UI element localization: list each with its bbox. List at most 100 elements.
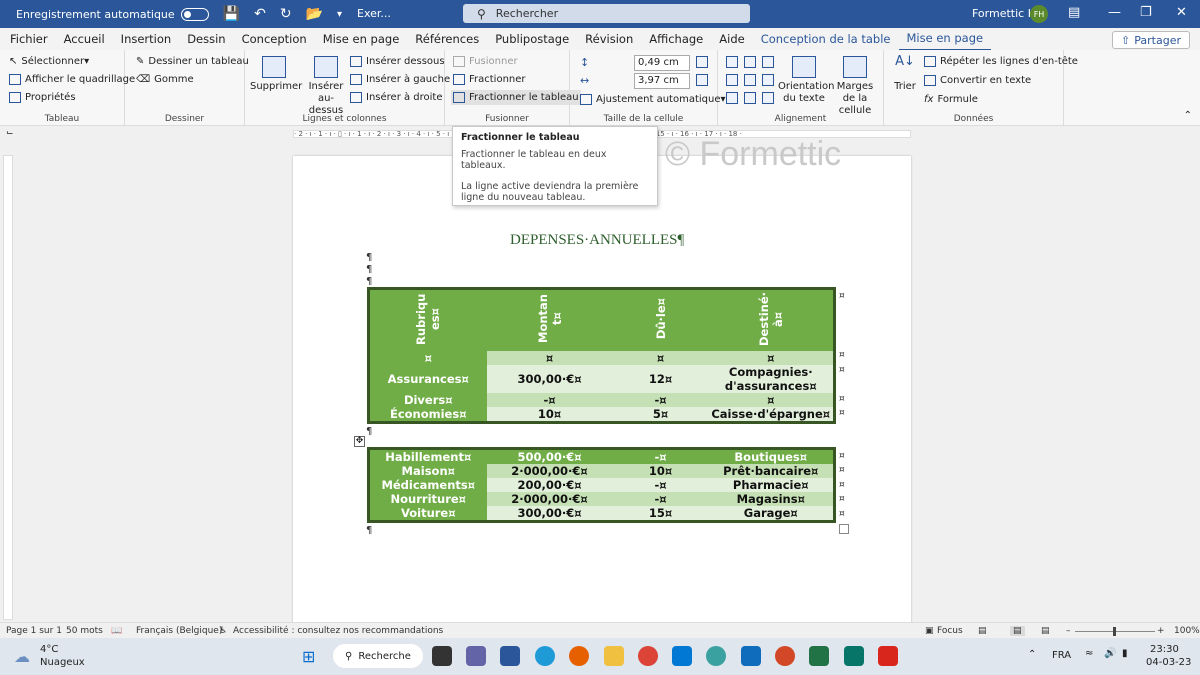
draw-table-button[interactable]: ✎ Dessiner un tableau bbox=[136, 56, 249, 67]
table-row[interactable]: Nourriture¤ 2·000,00·€¤ -¤ Magasins¤ bbox=[368, 492, 835, 506]
autosave-toggle[interactable] bbox=[180, 7, 209, 21]
table-cell[interactable]: 300,00·€¤ bbox=[486, 365, 613, 393]
zoom-out-icon[interactable]: – bbox=[1066, 626, 1071, 636]
ribbon-display-icon[interactable]: ▤ bbox=[1068, 5, 1080, 20]
table-cell[interactable]: Pharmacie¤ bbox=[708, 478, 835, 492]
properties-button[interactable]: Propriétés bbox=[9, 92, 76, 103]
zoom-level[interactable]: 100% bbox=[1174, 626, 1200, 636]
repeat-header-button[interactable]: Répéter les lignes d'en-tête bbox=[924, 56, 1078, 67]
wifi-icon[interactable]: ≈ bbox=[1085, 648, 1093, 659]
split-table-button[interactable]: Fractionner le tableau bbox=[451, 90, 581, 105]
table-header-row[interactable]: Rubriqu es¤ Montan t¤ Dû·le¤ Destiné· à¤ bbox=[368, 288, 835, 351]
table-row[interactable]: Divers¤ -¤ -¤ ¤ bbox=[368, 393, 835, 407]
restore-icon[interactable]: ❐ bbox=[1140, 5, 1152, 20]
powerpoint-icon[interactable] bbox=[775, 646, 795, 666]
taskbar-search[interactable]: ⚲ Recherche bbox=[333, 644, 423, 668]
task-view-icon[interactable] bbox=[432, 646, 452, 666]
align-top-center-icon[interactable] bbox=[744, 56, 756, 68]
word-icon[interactable] bbox=[500, 646, 520, 666]
split-cells-button[interactable]: Fractionner bbox=[453, 74, 526, 85]
vertical-ruler[interactable] bbox=[3, 155, 13, 620]
table-cell[interactable]: Habillement¤ bbox=[368, 448, 487, 464]
table-cell[interactable]: -¤ bbox=[612, 448, 709, 464]
distribute-rows-icon[interactable] bbox=[696, 56, 708, 68]
table-cell[interactable]: Divers¤ bbox=[368, 393, 487, 407]
firefox-icon[interactable] bbox=[569, 646, 589, 666]
table-cell[interactable]: 500,00·€¤ bbox=[486, 448, 613, 464]
table-cell[interactable]: Prêt·bancaire¤ bbox=[708, 464, 835, 478]
table-row[interactable]: ¤ ¤ ¤ ¤ bbox=[368, 351, 835, 365]
save-icon[interactable]: 💾 bbox=[223, 6, 240, 22]
redo-icon[interactable]: ↻ bbox=[280, 6, 292, 22]
outlook-icon[interactable] bbox=[741, 646, 761, 666]
autofit-button[interactable]: Ajustement automatique ▾ bbox=[580, 94, 726, 105]
tab-selector-icon[interactable]: ⌙ bbox=[6, 128, 14, 138]
insert-right-button[interactable]: Insérer à droite bbox=[350, 92, 443, 103]
select-button[interactable]: ↖ Sélectionner ▾ bbox=[9, 56, 89, 67]
table-cell[interactable]: 10¤ bbox=[612, 464, 709, 478]
language-status[interactable]: Français (Belgique) bbox=[136, 626, 222, 636]
table-cell[interactable]: Voiture¤ bbox=[368, 506, 487, 522]
cell-margins-button[interactable]: Marges de la cellule bbox=[830, 56, 880, 117]
table-cell[interactable]: -¤ bbox=[612, 393, 709, 407]
zoom-slider-thumb[interactable] bbox=[1113, 627, 1116, 636]
table-cell[interactable]: Nourriture¤ bbox=[368, 492, 487, 506]
word-count[interactable]: 50 mots bbox=[66, 626, 103, 636]
teams-icon[interactable] bbox=[466, 646, 486, 666]
text-direction-button[interactable]: Orientation du texte bbox=[778, 56, 834, 105]
table-cell[interactable]: ¤ bbox=[368, 351, 487, 365]
table-cell[interactable]: Maison¤ bbox=[368, 464, 487, 478]
weather-desc[interactable]: Nuageux bbox=[40, 657, 85, 668]
table-move-handle-icon[interactable]: ✥ bbox=[354, 436, 365, 447]
edge-icon[interactable] bbox=[535, 646, 555, 666]
align-bottom-center-icon[interactable] bbox=[744, 92, 756, 104]
document-title[interactable]: DEPENSES·ANNUELLES¶ bbox=[510, 232, 684, 249]
file-explorer-icon[interactable] bbox=[604, 646, 624, 666]
table-cell[interactable]: ¤ bbox=[708, 351, 835, 365]
proofing-icon[interactable]: 📖 bbox=[111, 626, 122, 636]
tab-accueil[interactable]: Accueil bbox=[56, 28, 113, 50]
table-cell[interactable]: Boutiques¤ bbox=[708, 448, 835, 464]
row-height-input[interactable]: 0,49 cm bbox=[634, 55, 690, 71]
table-cell[interactable]: Caisse·d'épargne¤ bbox=[708, 407, 835, 423]
table-cell[interactable]: 2·000,00·€¤ bbox=[486, 464, 613, 478]
expenses-table-2[interactable]: Habillement¤ 500,00·€¤ -¤ Boutiques¤ Mai… bbox=[367, 447, 836, 523]
document-name[interactable]: Exer... bbox=[357, 7, 391, 20]
tab-references[interactable]: Références bbox=[407, 28, 487, 50]
tab-mise-en-page[interactable]: Mise en page bbox=[315, 28, 408, 50]
gridlines-button[interactable]: Afficher le quadrillage bbox=[9, 74, 135, 85]
tab-conception-table[interactable]: Conception de la table bbox=[753, 28, 899, 50]
table-cell[interactable]: Assurances¤ bbox=[368, 365, 487, 393]
align-middle-right-icon[interactable] bbox=[762, 74, 774, 86]
undo-icon[interactable]: ↶ bbox=[254, 6, 266, 22]
read-mode-icon[interactable]: ▤ bbox=[978, 626, 987, 636]
align-top-right-icon[interactable] bbox=[762, 56, 774, 68]
battery-icon[interactable]: ▮ bbox=[1122, 648, 1128, 659]
avatar[interactable]: FH bbox=[1030, 5, 1048, 23]
windows-start-icon[interactable]: ⊞ bbox=[302, 647, 315, 666]
align-bottom-right-icon[interactable] bbox=[762, 92, 774, 104]
network-globe-icon[interactable] bbox=[706, 646, 726, 666]
zoom-in-icon[interactable]: + bbox=[1157, 626, 1165, 636]
table-cell[interactable]: -¤ bbox=[612, 478, 709, 492]
insert-above-button[interactable]: Insérer au-dessus bbox=[302, 56, 350, 117]
chrome-icon[interactable] bbox=[638, 646, 658, 666]
tab-insertion[interactable]: Insertion bbox=[113, 28, 180, 50]
table-cell[interactable]: -¤ bbox=[612, 492, 709, 506]
print-layout-icon[interactable]: ▤ bbox=[1010, 626, 1025, 636]
clock-time[interactable]: 23:30 bbox=[1150, 644, 1179, 655]
acrobat-icon[interactable] bbox=[878, 646, 898, 666]
excel-icon[interactable] bbox=[809, 646, 829, 666]
collapse-ribbon-icon[interactable]: ⌃ bbox=[1184, 110, 1192, 121]
table-cell[interactable]: ¤ bbox=[612, 351, 709, 365]
table-row[interactable]: Voiture¤ 300,00·€¤ 15¤ Garage¤ bbox=[368, 506, 835, 522]
eraser-button[interactable]: ⌫ Gomme bbox=[136, 74, 194, 85]
input-language[interactable]: FRA bbox=[1052, 650, 1071, 661]
weather-icon[interactable]: ☁ bbox=[14, 647, 30, 666]
store-icon[interactable] bbox=[672, 646, 692, 666]
align-middle-center-icon[interactable] bbox=[744, 74, 756, 86]
minimize-icon[interactable]: — bbox=[1108, 5, 1121, 20]
table-cell[interactable]: 10¤ bbox=[486, 407, 613, 423]
user-name[interactable]: Formettic H bbox=[972, 7, 1036, 20]
tab-publipostage[interactable]: Publipostage bbox=[487, 28, 577, 50]
